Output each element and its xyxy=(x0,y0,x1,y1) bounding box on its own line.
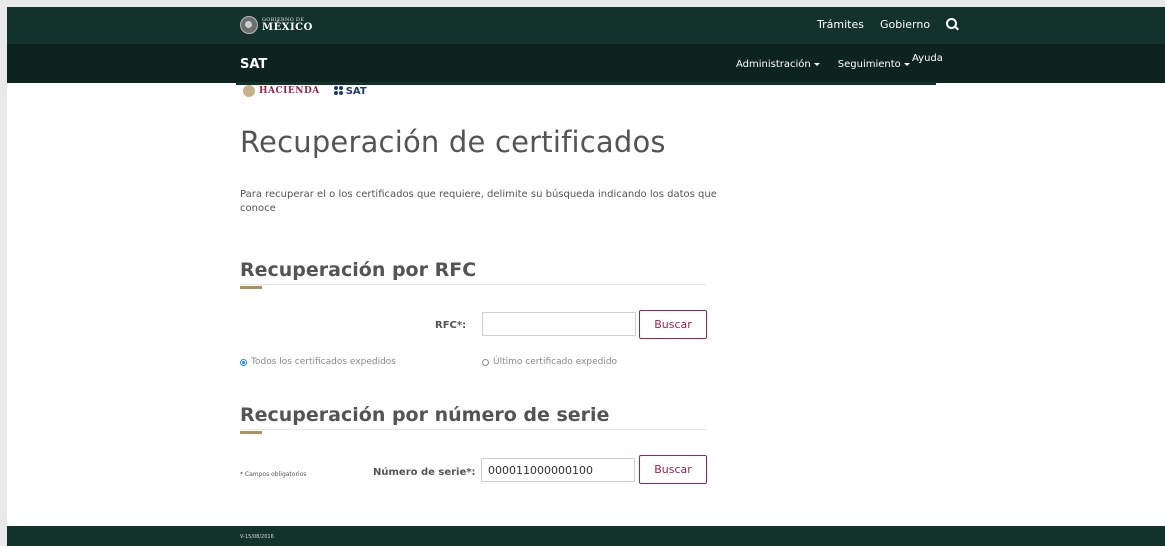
section-divider xyxy=(240,429,706,430)
radio-ultimo-label: Último certificado expedido xyxy=(493,357,618,367)
serie-input[interactable] xyxy=(481,458,635,482)
rfc-input[interactable] xyxy=(482,312,636,336)
browser-viewport: GOBIERNO DE MÉXICO Trámites Gobierno SAT… xyxy=(7,7,1165,546)
institution-logos: HACIENDA SAT xyxy=(243,84,367,98)
hacienda-logo: HACIENDA xyxy=(259,86,320,96)
menu-administracion[interactable]: Administración xyxy=(736,59,820,70)
rfc-search-button[interactable]: Buscar xyxy=(639,310,707,339)
section-title-rfc: Recuperación por RFC xyxy=(240,259,477,281)
footer: V-15/08/2016 xyxy=(7,526,1165,546)
menu-ayuda[interactable]: Ayuda xyxy=(912,53,943,64)
radio-ultimo[interactable]: Último certificado expedido xyxy=(482,357,617,367)
hacienda-seal-icon xyxy=(243,85,255,97)
required-fields-note: * Campos obligatorios xyxy=(240,471,307,478)
menu-seguimiento-label: Seguimiento xyxy=(837,59,901,70)
caret-down-icon xyxy=(903,63,910,66)
government-top-bar: GOBIERNO DE MÉXICO Trámites Gobierno xyxy=(7,7,1165,44)
search-icon[interactable] xyxy=(946,18,959,31)
sat-logo: SAT xyxy=(345,85,367,97)
page-title: Recuperación de certificados xyxy=(240,125,666,159)
radio-todos[interactable]: Todos los certificados expedidos xyxy=(240,357,396,367)
section-title-serie: Recuperación por número de serie xyxy=(240,404,610,426)
sat-navbar: SAT Administración Seguimiento Ayuda xyxy=(7,44,1165,83)
radio-todos-label: Todos los certificados expedidos xyxy=(251,357,396,367)
serie-label: Número de serie*: xyxy=(373,467,476,478)
intro-text: Para recuperar el o los certificados que… xyxy=(240,189,717,214)
menu-seguimiento[interactable]: Seguimiento xyxy=(838,59,910,70)
gobierno-de-mexico-logo[interactable]: GOBIERNO DE MÉXICO xyxy=(240,16,313,34)
link-gobierno[interactable]: Gobierno xyxy=(880,18,930,31)
national-seal-icon xyxy=(240,16,258,34)
radio-unchecked-icon xyxy=(482,358,489,366)
radio-checked-icon xyxy=(240,358,247,366)
menu-administracion-label: Administración xyxy=(736,59,811,70)
top-links: Trámites Gobierno xyxy=(817,18,959,31)
gov-logo-big: MÉXICO xyxy=(262,21,313,33)
nav-menu: Administración Seguimiento xyxy=(736,59,928,70)
section-divider xyxy=(240,284,706,285)
serie-search-button[interactable]: Buscar xyxy=(639,455,707,484)
link-tramites[interactable]: Trámites xyxy=(817,18,864,31)
gov-logo-text: GOBIERNO DE MÉXICO xyxy=(262,17,313,33)
brand-sat[interactable]: SAT xyxy=(240,57,267,72)
rfc-label: RFC*: xyxy=(435,320,467,331)
section-accent-bar xyxy=(240,286,262,289)
section-accent-bar xyxy=(240,431,262,434)
version-label: V-15/08/2016 xyxy=(240,534,274,540)
sat-logo-icon xyxy=(333,86,344,96)
caret-down-icon xyxy=(813,63,820,66)
